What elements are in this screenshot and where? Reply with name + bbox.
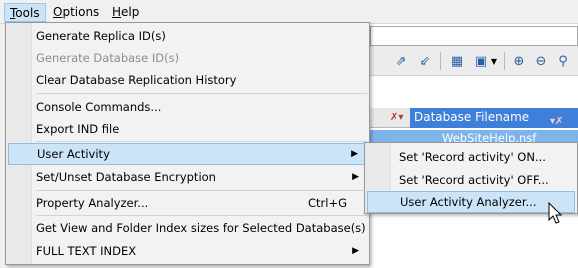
menu-item-view-folder-index-sizes[interactable]: Get View and Folder Index sizes for Sele… xyxy=(8,217,367,239)
menu-item-label: Console Commands... xyxy=(36,100,162,114)
menu-item-user-activity[interactable]: User Activity ▶ xyxy=(8,143,367,165)
zoom-in-icon[interactable]: ⊕ xyxy=(508,50,530,72)
import-icon[interactable]: ⇙ xyxy=(414,50,436,72)
menu-tools[interactable]: Tools xyxy=(4,3,46,22)
menu-options[interactable]: Options xyxy=(48,3,104,22)
menu-separator xyxy=(36,215,367,216)
address-field[interactable] xyxy=(370,26,578,46)
menu-item-label: Set 'Record activity' OFF... xyxy=(399,173,549,187)
zoom-out-icon[interactable]: ⊖ xyxy=(530,50,552,72)
menu-item-generate-replica-ids[interactable]: Generate Replica ID(s) xyxy=(8,25,367,47)
menu-item-console-commands[interactable]: Console Commands... xyxy=(8,96,367,118)
menu-item-label: Set/Unset Database Encryption xyxy=(36,170,216,184)
column-header-database-filename[interactable]: Database Filename ▾✗ xyxy=(410,108,578,128)
chevron-right-icon: ▶ xyxy=(352,246,359,256)
menu-separator xyxy=(36,141,367,142)
menu-item-label: User Activity xyxy=(37,147,110,161)
menu-item-export-ind-file[interactable]: Export IND file xyxy=(8,118,367,140)
menu-item-generate-database-ids: Generate Database ID(s) xyxy=(8,47,367,69)
dropdown-arrow-icon[interactable]: ▼ xyxy=(488,50,500,72)
menu-item-label: Get View and Folder Index sizes for Sele… xyxy=(36,221,366,235)
menu-help[interactable]: Help xyxy=(107,3,144,22)
menu-item-label: Generate Replica ID(s) xyxy=(36,29,166,43)
mouse-pointer-icon xyxy=(548,202,563,224)
toolbar-separator xyxy=(504,52,505,70)
column-header-label: Database Filename xyxy=(414,110,530,124)
tools-menu: Generate Replica ID(s) Generate Database… xyxy=(5,22,370,265)
user-activity-submenu: Set 'Record activity' ON... Set 'Record … xyxy=(364,142,578,214)
menu-item-record-activity-on[interactable]: Set 'Record activity' ON... xyxy=(367,146,575,168)
toolbar: ⇗ ⇙ ▦ ▣ ▼ ⊕ ⊖ ⚲ xyxy=(370,46,578,76)
toolbar-separator xyxy=(440,52,441,70)
menu-separator xyxy=(36,190,367,191)
menu-item-property-analyzer[interactable]: Property Analyzer... Ctrl+G xyxy=(8,192,367,214)
menu-help-label: elp xyxy=(121,5,140,19)
menu-item-label: Property Analyzer... xyxy=(36,196,149,210)
menu-item-label: Set 'Record activity' ON... xyxy=(399,150,546,164)
chevron-right-icon: ▶ xyxy=(352,172,359,182)
menu-bar: Tools Options Help xyxy=(0,0,578,24)
menu-item-full-text-index[interactable]: FULL TEXT INDEX ▶ xyxy=(8,240,367,262)
properties-icon[interactable]: ▦ xyxy=(446,50,468,72)
search-icon[interactable]: ⚲ xyxy=(552,50,574,72)
menu-item-shortcut: Ctrl+G xyxy=(308,196,348,210)
menu-item-label: User Activity Analyzer... xyxy=(400,195,537,209)
menu-item-label: Clear Database Replication History xyxy=(36,73,237,87)
menu-item-label: Export IND file xyxy=(36,122,120,136)
menu-separator xyxy=(36,93,367,94)
export-icon[interactable]: ⇗ xyxy=(390,50,412,72)
menu-item-label: FULL TEXT INDEX xyxy=(36,244,137,258)
chevron-right-icon: ▶ xyxy=(351,149,358,159)
menu-help-mnemonic: H xyxy=(112,5,122,19)
filter-icon[interactable]: ▾✗ xyxy=(550,112,563,131)
menu-options-label: ptions xyxy=(62,5,100,19)
menu-tools-label: ools xyxy=(15,6,40,20)
menu-item-label: Generate Database ID(s) xyxy=(36,51,180,65)
filter-icon[interactable]: ✗▾ xyxy=(390,112,403,123)
menu-item-database-encryption[interactable]: Set/Unset Database Encryption ▶ xyxy=(8,166,367,188)
menu-item-clear-replication-history[interactable]: Clear Database Replication History xyxy=(8,69,367,91)
menu-item-user-activity-analyzer[interactable]: User Activity Analyzer... xyxy=(367,191,575,213)
menu-item-record-activity-off[interactable]: Set 'Record activity' OFF... xyxy=(367,169,575,191)
